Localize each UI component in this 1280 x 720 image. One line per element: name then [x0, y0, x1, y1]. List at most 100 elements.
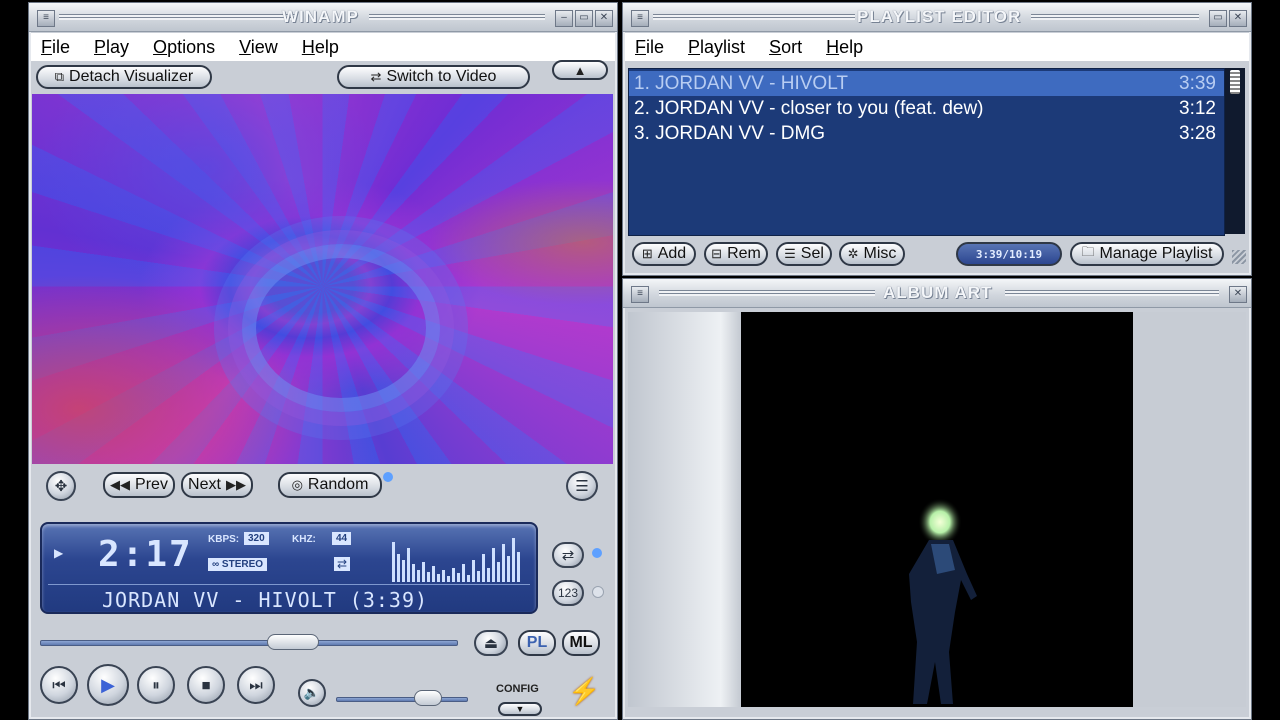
repeat-indicator-icon [592, 548, 602, 558]
winamp-menubar: File Play Options View Help [31, 33, 615, 61]
random-button[interactable]: ◎ Random [278, 472, 382, 498]
pl-menu-file[interactable]: File [635, 37, 664, 58]
ml-label: ML [569, 634, 593, 651]
playlist-titlebar[interactable]: ≡ PLAYLIST EDITOR ▭ ✕ [623, 3, 1251, 32]
album-art-image[interactable] [741, 312, 1133, 707]
next-track-button[interactable]: ⏭ [237, 666, 275, 704]
khz-label: KHZ: [292, 534, 316, 545]
remove-button[interactable]: ⊟ Rem [704, 242, 768, 266]
playlist-menu-icon[interactable]: ≡ [631, 10, 649, 27]
album-art-menu-icon[interactable]: ≡ [631, 286, 649, 303]
config-menu-button[interactable]: ▼ [498, 702, 542, 716]
lcd-divider [48, 584, 530, 585]
menu-help[interactable]: Help [302, 37, 339, 58]
switch-to-video-label: Switch to Video [386, 68, 497, 85]
elapsed-time[interactable]: 2:17 [98, 534, 193, 575]
config-label[interactable]: CONFIG [496, 683, 539, 695]
playlist-close-icon[interactable]: ✕ [1229, 10, 1247, 27]
playlist-item-title: 2. JORDAN VV - closer to you (feat. dew) [634, 97, 984, 119]
album-art-close-icon[interactable]: ✕ [1229, 286, 1247, 303]
collapse-button[interactable]: ▲ [552, 60, 608, 80]
playlist-list[interactable]: 1. JORDAN VV - HIVOLT 3:39 2. JORDAN VV … [628, 68, 1225, 236]
playlist-toggle-button[interactable]: PL [518, 630, 556, 656]
seek-thumb[interactable] [266, 634, 319, 650]
minimize-icon[interactable]: – [555, 10, 573, 27]
shuffle-icon: 123 [557, 586, 579, 600]
playlist-item[interactable]: 2. JORDAN VV - closer to you (feat. dew)… [629, 96, 1224, 121]
resize-grip-icon[interactable] [1232, 250, 1246, 264]
fast-forward-icon: ⏭ [249, 676, 263, 694]
winamp-bolt-icon[interactable]: ⚡ [568, 676, 600, 707]
visualizer-display[interactable] [32, 94, 613, 464]
prev-button[interactable]: ◀◀ Prev [103, 472, 175, 498]
random-label: Random [307, 476, 369, 493]
next-icon: ▶▶ [225, 477, 246, 492]
video-icon: ⇄ [370, 69, 382, 84]
misc-label: Misc [863, 245, 897, 262]
prev-label: Prev [135, 476, 168, 493]
winamp-titlebar[interactable]: ≡ WINAMP – ▭ ✕ [29, 3, 617, 32]
playlist-time-value: 3:39/10:19 [975, 247, 1043, 261]
stereo-label: STEREO [221, 559, 264, 570]
playlist-shade-icon[interactable]: ▭ [1209, 10, 1227, 27]
playlist-item-title: 1. JORDAN VV - HIVOLT [634, 72, 848, 94]
move-icon: ✥ [54, 478, 68, 495]
menu-options[interactable]: Options [153, 37, 215, 58]
play-icon: ▶ [101, 674, 115, 695]
pause-button[interactable]: ⏸ [137, 666, 175, 704]
rem-label: Rem [727, 245, 761, 262]
manage-playlist-button[interactable]: 🗀 Manage Playlist [1070, 242, 1224, 266]
stereo-icon: ∞ [212, 559, 222, 570]
manage-playlist-label: Manage Playlist [1099, 245, 1213, 262]
plus-icon: ⊞ [641, 246, 653, 261]
next-button[interactable]: Next ▶▶ [181, 472, 253, 498]
stereo-badge: ∞ STEREO [208, 558, 268, 571]
menu-play[interactable]: Play [94, 37, 129, 58]
media-library-button[interactable]: ML [562, 630, 600, 656]
stop-icon: ■ [201, 676, 211, 694]
move-button[interactable]: ✥ [46, 471, 76, 501]
repeat-toggle-button[interactable]: ⇄ [552, 542, 584, 568]
playlist-time-display: 3:39/10:19 [956, 242, 1062, 266]
spectrum-analyzer [390, 532, 526, 582]
previous-track-button[interactable]: ⏮ [40, 666, 78, 704]
pl-menu-sort[interactable]: Sort [769, 37, 802, 58]
visualizer-menu-button[interactable]: ☰ [566, 471, 598, 501]
menu-file[interactable]: File [41, 37, 70, 58]
switch-to-video-button[interactable]: ⇄ Switch to Video [337, 65, 530, 89]
pl-menu-playlist[interactable]: Playlist [688, 37, 745, 58]
select-button[interactable]: ☰ Sel [776, 242, 832, 266]
misc-button[interactable]: ✲ Misc [839, 242, 905, 266]
album-art-titlebar[interactable]: ≡ ALBUM ART ✕ [623, 279, 1251, 308]
detach-visualizer-button[interactable]: ⧉ Detach Visualizer [36, 65, 212, 89]
mute-button[interactable]: 🔈 [298, 679, 326, 707]
playlist-item[interactable]: 3. JORDAN VV - DMG 3:28 [629, 121, 1224, 146]
repeat-toggle-icon: ⇄ [561, 547, 575, 564]
shuffle-toggle-button[interactable]: 123 [552, 580, 584, 606]
winamp-menu-icon[interactable]: ≡ [37, 10, 55, 27]
folder-icon: 🗀 [1081, 244, 1095, 259]
close-icon[interactable]: ✕ [595, 10, 613, 27]
repeat-icon: ⇄ [334, 557, 351, 571]
add-button[interactable]: ⊞ Add [632, 242, 696, 266]
shade-icon[interactable]: ▭ [575, 10, 593, 27]
kbps-label: KBPS: [208, 534, 240, 545]
stop-button[interactable]: ■ [187, 666, 225, 704]
scrollbar-thumb[interactable] [1230, 70, 1240, 94]
playlist-item-duration: 3:39 [1179, 72, 1216, 94]
volume-thumb[interactable] [414, 690, 442, 706]
song-ticker[interactable]: JORDAN VV - HIVOLT (3:39) [102, 588, 428, 612]
menu-view[interactable]: View [239, 37, 278, 58]
pl-menu-help[interactable]: Help [826, 37, 863, 58]
playlist-item-duration: 3:12 [1179, 97, 1216, 119]
eject-button[interactable]: ⏏ [474, 630, 508, 656]
lcd-display: ▶ 2:17 KBPS: 320 KHZ: 44 ∞ STEREO ⇄ JORD… [40, 522, 538, 614]
playlist-item[interactable]: 1. JORDAN VV - HIVOLT 3:39 [629, 71, 1224, 96]
playlist-scrollbar[interactable] [1225, 68, 1245, 234]
play-button[interactable]: ▶ [87, 664, 129, 706]
shuffle-indicator-icon [592, 586, 604, 598]
minus-icon: ⊟ [711, 246, 723, 261]
album-art-figure [909, 498, 977, 704]
volume-slider[interactable] [336, 697, 468, 702]
seek-bar[interactable] [40, 640, 458, 646]
